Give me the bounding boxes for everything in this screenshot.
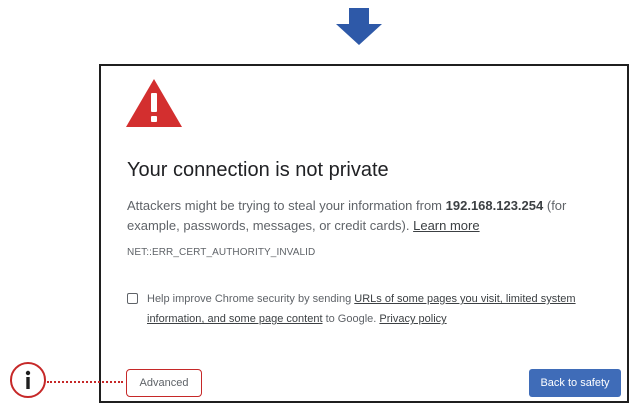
- learn-more-link[interactable]: Learn more: [413, 218, 479, 233]
- callout-leader-line: [47, 381, 123, 383]
- improve-security-checkbox[interactable]: [127, 293, 138, 304]
- error-code: NET::ERR_CERT_AUTHORITY_INVALID: [127, 247, 316, 258]
- browser-interstitial: Your connection is not private Attackers…: [99, 64, 629, 403]
- info-icon: [10, 362, 46, 398]
- advanced-button[interactable]: Advanced: [126, 369, 202, 397]
- checkbox-text-middle: to Google.: [322, 313, 380, 325]
- arrow-down-icon: [336, 8, 382, 45]
- back-to-safety-button[interactable]: Back to safety: [529, 369, 621, 397]
- page-title: Your connection is not private: [127, 159, 389, 181]
- checkbox-text-prefix: Help improve Chrome security by sending: [147, 293, 355, 305]
- warning-triangle-icon: [126, 79, 182, 127]
- improve-security-label: Help improve Chrome security by sending …: [147, 289, 597, 329]
- description-prefix: Attackers might be trying to steal your …: [127, 198, 446, 213]
- privacy-policy-link[interactable]: Privacy policy: [379, 313, 446, 325]
- warning-description: Attackers might be trying to steal your …: [127, 196, 612, 236]
- host-address: 192.168.123.254: [445, 198, 544, 213]
